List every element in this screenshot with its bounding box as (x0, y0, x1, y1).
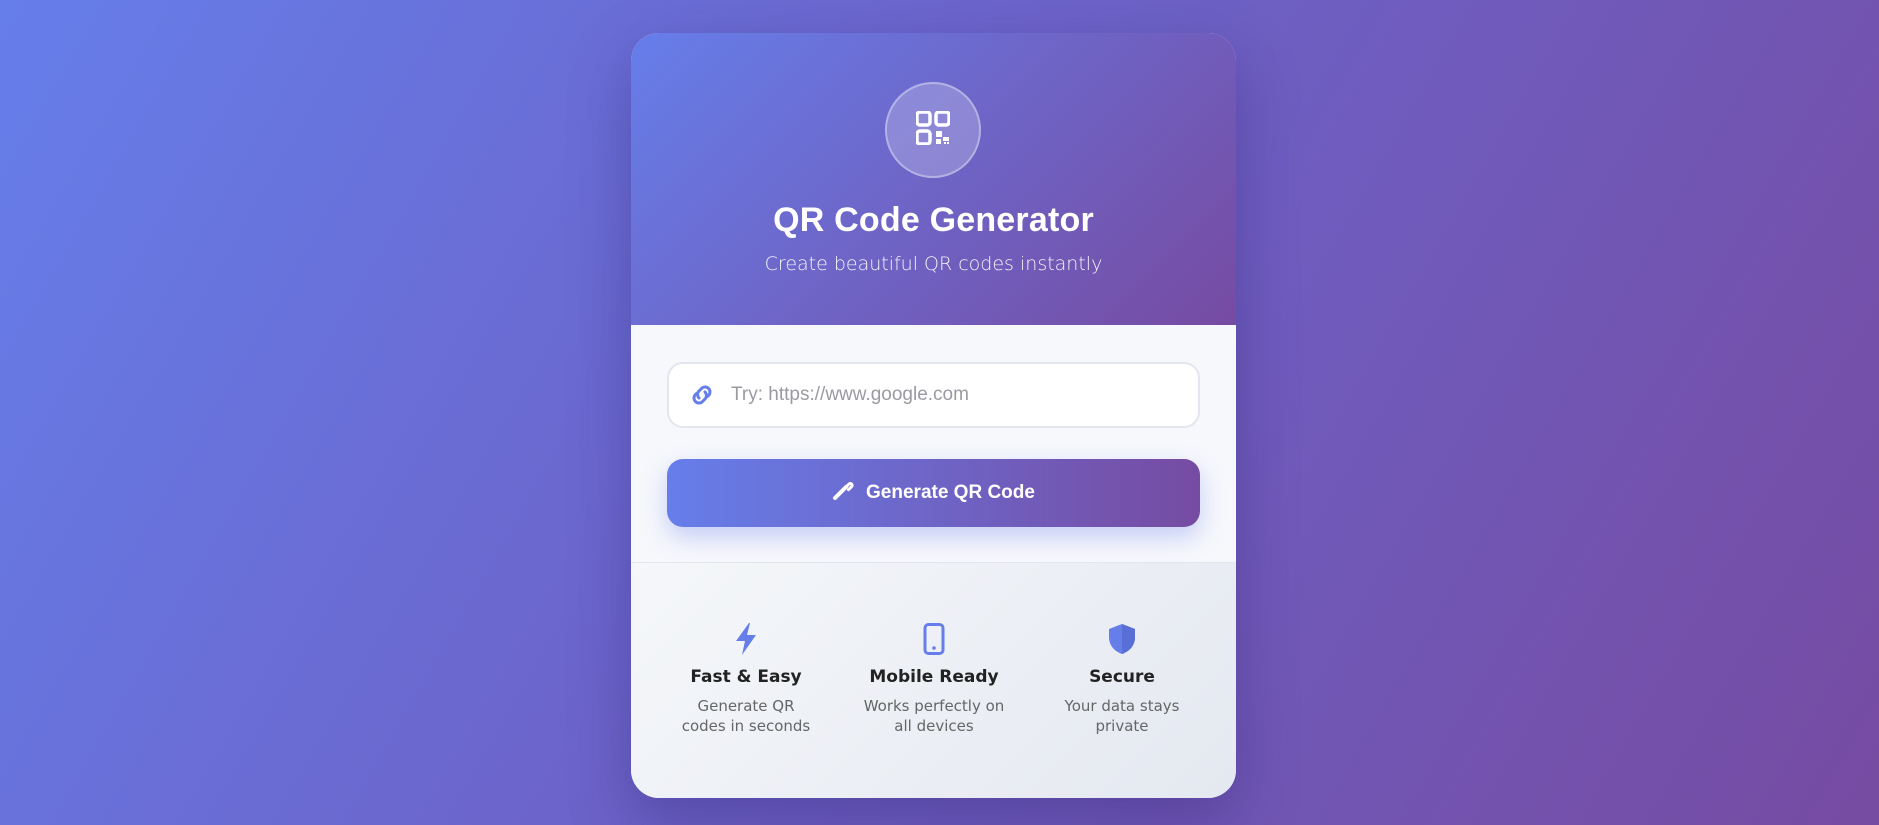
generate-button-label: Generate QR Code (866, 482, 1035, 503)
feature-description: Your data stays private (1064, 697, 1180, 735)
bolt-icon (671, 621, 821, 657)
features-section: Fast & Easy Generate QR codes in seconds… (631, 563, 1236, 798)
feature-title: Mobile Ready (869, 667, 999, 687)
form-section: Generate QR Code (631, 325, 1236, 563)
url-input-wrapper[interactable] (667, 362, 1200, 428)
feature-fast-easy: Fast & Easy Generate QR codes in seconds (671, 621, 821, 736)
page-subtitle: Create beautiful QR codes instantly (764, 253, 1103, 275)
magic-wand-icon (832, 479, 854, 507)
url-input[interactable] (729, 383, 1173, 407)
feature-description: Generate QR codes in seconds (681, 697, 811, 735)
feature-secure: Secure Your data stays private (1047, 621, 1197, 736)
shield-icon (1047, 621, 1197, 657)
generator-card: QR Code Generator Create beautiful QR co… (631, 33, 1236, 798)
link-icon (687, 380, 717, 410)
logo-badge (885, 82, 981, 178)
feature-title: Fast & Easy (690, 667, 802, 687)
feature-description: Works perfectly on all devices (863, 697, 1005, 735)
qr-code-icon (915, 109, 951, 150)
page-title: QR Code Generator (773, 201, 1094, 239)
feature-mobile-ready: Mobile Ready Works perfectly on all devi… (859, 621, 1009, 736)
generate-qr-button[interactable]: Generate QR Code (667, 459, 1200, 527)
card-header: QR Code Generator Create beautiful QR co… (631, 33, 1236, 325)
feature-title: Secure (1089, 667, 1155, 687)
mobile-phone-icon (859, 621, 1009, 657)
